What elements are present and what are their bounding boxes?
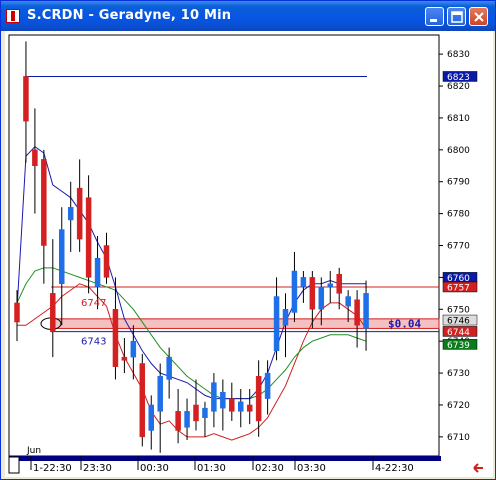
candle-body xyxy=(238,401,244,412)
candle-body xyxy=(327,283,333,288)
candle-body xyxy=(130,340,137,358)
candle-body xyxy=(300,277,307,288)
x-tick-label: 23:30 xyxy=(83,463,112,474)
candle-body xyxy=(41,159,47,246)
candle-body xyxy=(85,197,92,278)
candle-body xyxy=(273,296,280,351)
x-tick-label: 01:30 xyxy=(197,463,226,474)
candle-body xyxy=(336,273,342,294)
candle-body xyxy=(23,76,29,122)
candle-body xyxy=(148,404,154,431)
candle-body xyxy=(184,411,190,428)
y-tick-label: 6790 xyxy=(447,178,470,188)
candle-body xyxy=(345,296,351,307)
candle-body xyxy=(76,187,83,240)
candle-body xyxy=(363,293,369,329)
price-tag-label: 6739 xyxy=(447,341,470,351)
candle-body xyxy=(246,404,253,412)
band-spread-label: $0.04 xyxy=(388,317,421,330)
shaded-price-band xyxy=(50,318,440,329)
candle-body xyxy=(255,376,262,422)
maximize-icon xyxy=(451,11,463,23)
candle-body xyxy=(291,270,298,313)
x-tick-label: 1-22:30 xyxy=(33,463,72,474)
y-tick-label: 6710 xyxy=(447,433,470,443)
candle-body xyxy=(309,277,316,310)
candle-body xyxy=(157,376,163,412)
candle-body xyxy=(166,356,172,380)
candle-body xyxy=(264,372,271,399)
candle-body xyxy=(175,411,181,431)
candle-body xyxy=(354,299,360,326)
y-tick-label: 6780 xyxy=(447,210,470,220)
candle-body xyxy=(112,309,119,367)
candle-body xyxy=(67,206,74,221)
close-icon xyxy=(474,12,484,22)
x-tick-label: 4-22:30 xyxy=(375,463,414,474)
x-tick-label: 02:30 xyxy=(255,463,284,474)
candle-body xyxy=(282,309,289,326)
chart-window: S.CRDN - Geradyne, 10 Min $0.04 6747 6743… xyxy=(0,0,496,480)
candle-body xyxy=(202,407,208,418)
chart-app-icon xyxy=(6,9,20,23)
candle-body xyxy=(103,245,110,278)
scroll-left-handle xyxy=(8,456,20,474)
minimize-button[interactable] xyxy=(425,7,444,26)
candle-body xyxy=(50,293,56,332)
x-period-label: Jun xyxy=(26,446,41,456)
minimize-icon xyxy=(430,19,437,22)
candle-body xyxy=(32,149,38,167)
candle-body xyxy=(318,286,325,310)
candle-body xyxy=(229,398,235,412)
candle-body xyxy=(59,229,65,285)
y-tick-label: 6720 xyxy=(447,401,470,411)
maximize-button[interactable] xyxy=(447,7,466,26)
x-tick-label: 03:30 xyxy=(297,463,326,474)
band-label-6747: 6747 xyxy=(81,298,106,309)
candle-body xyxy=(121,356,128,361)
candle-body xyxy=(211,382,217,412)
y-tick-label: 6730 xyxy=(447,369,470,379)
title-bar[interactable]: S.CRDN - Geradyne, 10 Min xyxy=(1,1,495,31)
window-title: S.CRDN - Geradyne, 10 Min xyxy=(27,8,232,23)
x-axis-bar xyxy=(9,456,441,461)
candle-body xyxy=(220,391,226,409)
candle-body xyxy=(193,404,199,422)
price-tag-label: 6823 xyxy=(447,73,470,83)
candle-body xyxy=(94,258,101,288)
candle-body xyxy=(139,363,146,438)
y-tick-label: 6820 xyxy=(447,82,470,92)
y-tick-label: 6750 xyxy=(447,305,470,315)
price-tag-label: 6744 xyxy=(447,328,470,338)
y-tick-label: 6830 xyxy=(447,50,470,60)
x-tick-label: 00:30 xyxy=(140,463,169,474)
chart-area: $0.04 6747 6743 6830 6820 6810 6800 6790 6780 6… xyxy=(5,31,493,477)
price-tag-label: 6757 xyxy=(447,283,470,293)
y-tick-label: 6810 xyxy=(447,114,470,124)
band-label-6743: 6743 xyxy=(81,337,106,348)
price-tag-label: 6746 xyxy=(447,317,470,327)
candle-body xyxy=(14,302,20,323)
close-button[interactable] xyxy=(469,7,488,26)
candlestick-chart: $0.04 6747 6743 6830 6820 6810 6800 6790 6780 6… xyxy=(5,31,493,477)
y-tick-label: 6770 xyxy=(447,242,470,252)
y-tick-label: 6800 xyxy=(447,146,470,156)
